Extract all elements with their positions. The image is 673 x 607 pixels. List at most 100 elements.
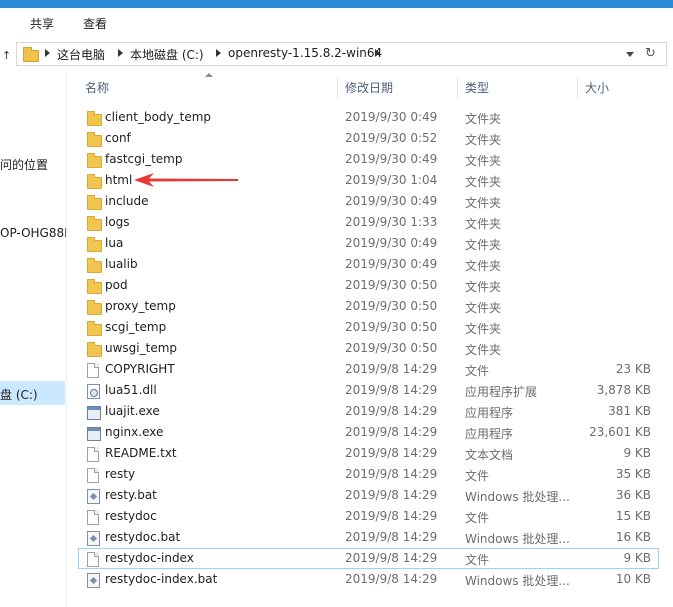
file-date: 2019/9/8 14:29	[345, 362, 438, 376]
file-type: 文件夹	[465, 343, 502, 357]
nav-item-recent-places[interactable]: 问的位置	[0, 156, 48, 173]
file-size: 23 KB	[615, 362, 651, 376]
folder-icon	[87, 153, 102, 168]
file-row[interactable]: fastcgi_temp 2019/9/30 0:49 文件夹	[78, 149, 659, 170]
ribbon: 共享 查看	[0, 8, 673, 39]
file-date: 2019/9/8 14:29	[345, 446, 438, 460]
file-name: restydoc-index.bat	[105, 572, 218, 586]
column-header-date[interactable]: 修改日期	[338, 76, 458, 100]
file-row[interactable]: lua 2019/9/30 0:49 文件夹	[78, 233, 659, 254]
file-name: fastcgi_temp	[105, 152, 183, 166]
file-name: restydoc	[105, 509, 157, 523]
column-header-name[interactable]: 名称	[78, 76, 338, 100]
file-row[interactable]: client_body_temp 2019/9/30 0:49 文件夹	[78, 107, 659, 128]
file-icon	[87, 363, 99, 378]
file-date: 2019/9/30 0:49	[345, 110, 438, 124]
column-header-type[interactable]: 类型	[458, 76, 578, 100]
file-row[interactable]: uwsgi_temp 2019/9/30 0:50 文件夹	[78, 338, 659, 359]
file-date: 2019/9/8 14:29	[345, 488, 438, 502]
file-row[interactable]: nginx.exe 2019/9/8 14:29 应用程序 23,601 KB	[78, 422, 659, 443]
folder-icon	[87, 258, 102, 273]
file-date: 2019/9/8 14:29	[345, 530, 438, 544]
up-arrow-icon[interactable]: ↑	[2, 49, 11, 62]
file-icon	[87, 552, 99, 567]
file-type: 应用程序	[465, 427, 514, 441]
file-size: 15 KB	[615, 509, 651, 523]
file-name: lua51.dll	[105, 383, 157, 397]
file-row[interactable]: restydoc.bat 2019/9/8 14:29 Windows 批处理...…	[78, 527, 659, 548]
chevron-right-icon[interactable]	[118, 49, 123, 57]
file-type: 文件夹	[465, 238, 502, 252]
breadcrumb-this-pc[interactable]: 这台电脑	[57, 46, 105, 63]
folder-icon	[87, 132, 102, 147]
file-date: 2019/9/30 0:50	[345, 278, 438, 292]
chevron-right-icon[interactable]	[45, 49, 50, 57]
refresh-icon[interactable]: ↻	[645, 46, 656, 61]
file-row[interactable]: resty 2019/9/8 14:29 文件 35 KB	[78, 464, 659, 485]
file-name: include	[105, 194, 149, 208]
file-row[interactable]: lualib 2019/9/30 0:49 文件夹	[78, 254, 659, 275]
file-date: 2019/9/30 0:49	[345, 236, 438, 250]
file-type: 文件夹	[465, 280, 502, 294]
file-row[interactable]: restydoc-index.bat 2019/9/8 14:29 Windows …	[78, 569, 659, 590]
file-type: Windows 批处理...	[465, 574, 570, 588]
file-row[interactable]: luajit.exe 2019/9/8 14:29 应用程序 381 KB	[78, 401, 659, 422]
file-type: 文件夹	[465, 196, 502, 210]
file-name: pod	[105, 278, 128, 292]
file-date: 2019/9/8 14:29	[345, 467, 438, 481]
file-row[interactable]: pod 2019/9/30 0:50 文件夹	[78, 275, 659, 296]
folder-icon	[87, 174, 102, 189]
folder-icon	[87, 279, 102, 294]
chevron-right-icon[interactable]	[375, 49, 380, 57]
breadcrumb-local-disk[interactable]: 本地磁盘 (C:)	[130, 46, 204, 63]
file-type: 文件夹	[465, 301, 502, 315]
file-row[interactable]: scgi_temp 2019/9/30 0:50 文件夹	[78, 317, 659, 338]
bat-icon	[87, 531, 100, 546]
file-name: lualib	[105, 257, 138, 271]
file-row[interactable]: COPYRIGHT 2019/9/8 14:29 文件 23 KB	[78, 359, 659, 380]
file-type: 文件夹	[465, 259, 502, 273]
file-date: 2019/9/8 14:29	[345, 551, 438, 565]
dll-icon	[87, 384, 100, 399]
breadcrumb-openresty[interactable]: openresty-1.15.8.2-win64	[228, 46, 382, 60]
file-name: proxy_temp	[105, 299, 176, 313]
file-size: 23,601 KB	[589, 425, 651, 439]
file-type: 文件夹	[465, 322, 502, 336]
file-row[interactable]: logs 2019/9/30 1:33 文件夹	[78, 212, 659, 233]
address-row: ↑ 这台电脑 本地磁盘 (C:) openresty-1.15.8.2-win6…	[0, 38, 673, 70]
column-header-size[interactable]: 大小	[578, 76, 659, 100]
file-date: 2019/9/8 14:29	[345, 383, 438, 397]
chevron-down-icon[interactable]	[626, 52, 634, 57]
file-date: 2019/9/30 1:33	[345, 215, 438, 229]
file-type: Windows 批处理...	[465, 532, 570, 546]
folder-icon	[87, 342, 102, 357]
file-name: logs	[105, 215, 130, 229]
file-row[interactable]: README.txt 2019/9/8 14:29 文本文档 9 KB	[78, 443, 659, 464]
file-name: restydoc-index	[105, 551, 194, 565]
file-type: 文件	[465, 553, 490, 567]
file-type: Windows 批处理...	[465, 490, 570, 504]
file-row[interactable]: restydoc 2019/9/8 14:29 文件 15 KB	[78, 506, 659, 527]
file-row[interactable]: proxy_temp 2019/9/30 0:50 文件夹	[78, 296, 659, 317]
file-row[interactable]: conf 2019/9/30 0:52 文件夹	[78, 128, 659, 149]
address-bar[interactable]: 这台电脑 本地磁盘 (C:) openresty-1.15.8.2-win64 …	[16, 42, 667, 66]
file-row[interactable]: include 2019/9/30 0:49 文件夹	[78, 191, 659, 212]
folder-icon	[87, 216, 102, 231]
file-row[interactable]: lua51.dll 2019/9/8 14:29 应用程序扩展 3,878 KB	[78, 380, 659, 401]
nav-item-network-computer[interactable]: OP-OHG88D	[0, 226, 66, 240]
file-name: resty.bat	[105, 488, 157, 502]
file-name: uwsgi_temp	[105, 341, 178, 355]
file-row[interactable]: resty.bat 2019/9/8 14:29 Windows 批处理... 36 …	[78, 485, 659, 506]
tab-share[interactable]: 共享	[30, 15, 54, 32]
tab-view[interactable]: 查看	[83, 15, 107, 32]
nav-item-local-disk[interactable]: 盘 (C:)	[0, 386, 38, 403]
file-size: 381 KB	[608, 404, 651, 418]
chevron-right-icon[interactable]	[216, 49, 221, 57]
file-type: 文件	[465, 511, 490, 525]
exe-icon	[87, 427, 101, 441]
file-type: 文件夹	[465, 154, 502, 168]
file-size: 36 KB	[615, 488, 651, 502]
file-row[interactable]: restydoc-index 2019/9/8 14:29 文件 9 KB	[78, 548, 659, 569]
file-name: COPYRIGHT	[105, 362, 175, 376]
file-size: 10 KB	[615, 572, 651, 586]
